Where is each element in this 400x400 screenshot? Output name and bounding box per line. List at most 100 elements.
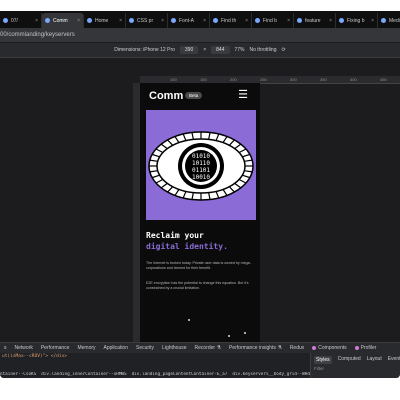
browser-tab[interactable]: CSS pr × bbox=[126, 13, 168, 28]
devtools-panel-tab[interactable]: Network bbox=[15, 345, 33, 351]
beta-badge: Beta bbox=[185, 92, 203, 99]
devtools-panel-tabs: s Network Performance Memory Application Secu… bbox=[0, 342, 400, 353]
styles-subtab[interactable]: Event bbox=[388, 356, 400, 364]
breadcrumb-item[interactable]: div.landing_innerContainer--xHMWS bbox=[41, 372, 126, 378]
close-tab-icon[interactable]: × bbox=[329, 18, 332, 24]
zoom-dropdown[interactable]: 77% bbox=[235, 47, 245, 53]
menu-button[interactable]: ☰ bbox=[236, 88, 250, 102]
ruler-tick-label: 400 bbox=[350, 77, 357, 82]
hamburger-icon: ☰ bbox=[238, 88, 248, 101]
tab-title: Find b bbox=[263, 17, 277, 24]
eye-illustration: 01010 10110 01101 10010 bbox=[146, 110, 256, 220]
browser-tab[interactable]: Comm × bbox=[42, 13, 84, 28]
decorative-dot bbox=[188, 319, 190, 321]
tab-title: feature bbox=[305, 17, 321, 24]
height-input[interactable]: 844 bbox=[211, 46, 230, 54]
close-tab-icon[interactable]: × bbox=[245, 18, 248, 24]
tab-bar: 07/× Comm × Home × CSS pr × Font-A × Find th × Find… bbox=[0, 11, 400, 28]
close-tab-icon[interactable]: × bbox=[203, 18, 206, 24]
throttling-dropdown[interactable]: No throttling bbox=[250, 47, 277, 53]
tab-title: Comm bbox=[53, 17, 68, 24]
dom-breadcrumbs: ntainer--CsoKS div.landing_innerContainer… bbox=[0, 372, 310, 378]
tab-title: Find th bbox=[221, 17, 237, 24]
devtools-panel-tab[interactable]: Components bbox=[312, 345, 347, 351]
left-ruler bbox=[133, 83, 140, 348]
devtools-panel-tab[interactable]: Memory bbox=[77, 345, 95, 351]
react-icon bbox=[312, 345, 317, 350]
address-bar[interactable]: 00/commlanding/keyservers bbox=[0, 28, 400, 43]
headline-line-1: Reclaim your bbox=[146, 231, 204, 240]
close-tab-icon[interactable]: × bbox=[287, 18, 290, 24]
headline-line-2: digital identity. bbox=[146, 242, 228, 251]
styles-subtab[interactable]: Computed bbox=[338, 356, 361, 364]
devtools-panel-tab[interactable]: Profiler bbox=[354, 345, 376, 351]
breadcrumb-item[interactable]: ntainer--CsoKS bbox=[0, 372, 36, 378]
decorative-dot bbox=[244, 332, 246, 334]
tab-title: Fixing b bbox=[347, 17, 365, 24]
browser-tab[interactable]: Font-A × bbox=[168, 13, 210, 28]
breadcrumb-item[interactable]: div.landing_pageContentContainer-E_a7 bbox=[132, 372, 228, 378]
dimensions-dropdown[interactable]: Dimensions: iPhone 12 Pro bbox=[114, 47, 175, 53]
browser-tab[interactable]: Home × bbox=[84, 13, 126, 28]
browser-window: 07/× Comm × Home × CSS pr × Font-A × Find th × Find… bbox=[0, 11, 400, 378]
browser-tab[interactable]: 07/ × bbox=[0, 13, 42, 28]
ruler-tick-label: 450 bbox=[380, 77, 387, 82]
devtools-panel-tab[interactable]: Recorder ⚗ bbox=[195, 345, 221, 351]
browser-tab[interactable]: Fixing b × bbox=[336, 13, 378, 28]
tab-title: 07/ bbox=[11, 17, 18, 24]
favicon-icon bbox=[339, 18, 344, 23]
binary-line: 01010 bbox=[192, 153, 210, 160]
browser-tab[interactable]: Media× bbox=[378, 13, 400, 28]
favicon-icon bbox=[213, 18, 218, 23]
width-input[interactable]: 390 bbox=[179, 46, 199, 54]
close-tab-icon[interactable]: × bbox=[161, 18, 164, 24]
breadcrumb-item[interactable]: div.keyservers__body_grid--WHdlX bbox=[232, 372, 310, 378]
devtools-panel-tab[interactable]: Performance bbox=[41, 345, 70, 351]
devtools-panel-tab[interactable]: Redux bbox=[290, 345, 304, 351]
browser-tab[interactable]: Find b × bbox=[252, 13, 294, 28]
devtools-panel-tab[interactable]: Lighthouse bbox=[162, 345, 186, 351]
react-icon bbox=[354, 345, 359, 350]
intro-paragraph-2: E2E encryption has the potential to chan… bbox=[146, 281, 249, 290]
ruler-tick-label: 300 bbox=[290, 77, 297, 82]
tab-title: Home bbox=[95, 17, 109, 24]
devtools-panel-tab[interactable]: Application bbox=[104, 345, 128, 351]
devtools-panel-tab[interactable]: Security bbox=[136, 345, 154, 351]
rotate-icon[interactable]: ⟳ bbox=[281, 47, 285, 53]
devtools-panel-tab[interactable]: Performance insights ⚗ bbox=[229, 345, 282, 351]
favicon-icon bbox=[171, 18, 176, 23]
url-text[interactable]: 00/commlanding/keyservers bbox=[0, 30, 75, 40]
close-tab-icon[interactable]: × bbox=[35, 18, 38, 24]
close-tab-icon[interactable]: × bbox=[371, 18, 374, 24]
ruler-tick-label: 250 bbox=[260, 77, 267, 82]
styles-filter-input[interactable]: Filter bbox=[314, 366, 364, 373]
ruler-tick-label: 350 bbox=[320, 77, 327, 82]
favicon-icon bbox=[255, 18, 260, 23]
brand-logo[interactable]: Comm bbox=[149, 90, 183, 102]
tab-title: Font-A bbox=[179, 17, 195, 24]
close-tab-icon[interactable]: × bbox=[119, 18, 122, 24]
styles-subtab[interactable]: Layout bbox=[367, 356, 382, 364]
favicon-icon bbox=[87, 18, 92, 23]
ruler-tick-label: 150 bbox=[200, 77, 207, 82]
html-code-line[interactable]: ut(isMax--cROV)"> </div> bbox=[2, 354, 67, 359]
binary-line: 10010 bbox=[192, 174, 210, 181]
favicon-icon bbox=[129, 18, 134, 23]
styles-pane: Styles Computed Layout Event Filter bbox=[310, 353, 400, 378]
decorative-dot bbox=[228, 335, 230, 337]
browser-tab[interactable]: Find th × bbox=[210, 13, 252, 28]
devtools-panel-label: Components bbox=[318, 345, 347, 351]
devtools-panel-tab[interactable]: s bbox=[4, 345, 7, 351]
styles-subtab[interactable]: Styles bbox=[314, 356, 332, 364]
times-sign: × bbox=[203, 47, 207, 53]
binary-line: 01101 bbox=[192, 167, 210, 174]
tab-title: CSS pr bbox=[137, 17, 154, 24]
favicon-icon bbox=[381, 18, 386, 23]
close-tab-icon[interactable]: × bbox=[77, 18, 80, 24]
ruler-tick-label: 100 bbox=[170, 77, 177, 82]
browser-tab[interactable]: feature × bbox=[294, 13, 336, 28]
tab-title: Media bbox=[389, 17, 400, 24]
intro-paragraph-1: The Internet is broken today. Private us… bbox=[146, 261, 251, 270]
binary-line: 10110 bbox=[192, 160, 210, 167]
favicon-icon bbox=[297, 18, 302, 23]
